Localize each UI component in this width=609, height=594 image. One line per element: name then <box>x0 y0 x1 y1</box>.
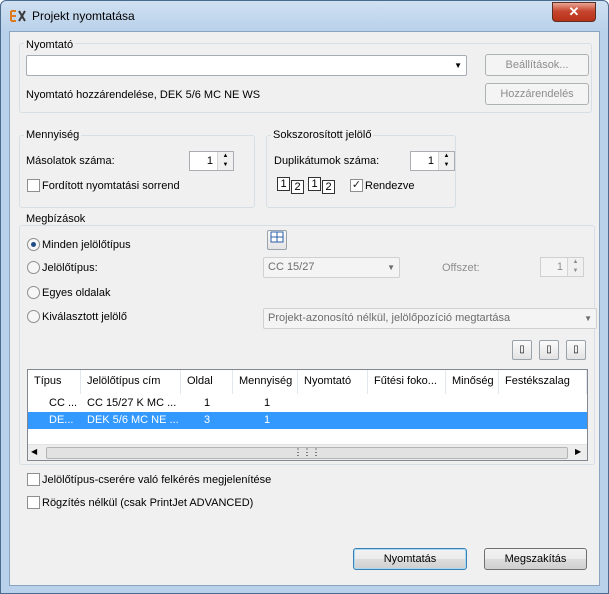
radio-all-types[interactable] <box>27 238 40 251</box>
duplicate-preview-icon: 1 2 1 2 <box>277 175 339 195</box>
radio-single-pages[interactable] <box>27 286 40 299</box>
cell-quantity: 1 <box>264 414 271 426</box>
chevron-down-icon: ▼ <box>454 61 462 70</box>
col-header-page[interactable]: Oldal <box>181 370 233 394</box>
jobs-table[interactable]: Típus Jelölőtípus cím Oldal Mennyiség Ny… <box>27 369 588 461</box>
selected-marker-select[interactable]: Projekt-azonosító nélkül, jelölőpozíció … <box>263 308 597 329</box>
cell-type: CC ... <box>49 397 78 409</box>
col-header-title[interactable]: Jelölőtípus cím <box>81 370 181 394</box>
marker-type-picker-button[interactable] <box>267 230 287 250</box>
no-fix-checkbox[interactable] <box>27 496 40 509</box>
printer-select[interactable]: ▼ <box>26 55 467 76</box>
col-header-heat[interactable]: Fűtési foko... <box>368 370 446 394</box>
duplicate-group-label: Sokszorosított jelölő <box>271 129 374 141</box>
table-row[interactable]: DE... DEK 5/6 MC NE ... 3 1 <box>28 412 587 429</box>
spin-up-icon[interactable]: ▲ <box>568 258 583 267</box>
confirm-type-change-label: Jelölőtípus-cserére való felkérés megjel… <box>42 474 272 486</box>
col-header-printer[interactable]: Nyomtató <box>298 370 368 394</box>
column-icon: ▯ <box>546 344 552 355</box>
offset-label: Offszet: <box>442 262 480 274</box>
cell-page: 1 <box>204 397 211 409</box>
spin-down-icon[interactable]: ▼ <box>439 161 454 170</box>
reverse-order-label: Fordított nyomtatási sorrend <box>42 180 180 192</box>
col-header-quantity[interactable]: Mennyiség <box>233 370 298 394</box>
app-logo-icon <box>10 10 26 22</box>
column-right-button[interactable]: ▯ <box>566 340 586 360</box>
cell-quantity: 1 <box>264 397 271 409</box>
scroll-right-icon[interactable]: ▶ <box>575 447 581 456</box>
radio-selected-marker-label: Kiválasztott jelölő <box>42 311 127 323</box>
duplicates-count-label: Duplikátumok száma: <box>274 155 380 167</box>
scroll-thumb[interactable]: ⋮⋮⋮ <box>46 447 568 459</box>
cell-title: CC 15/27 K MC ... <box>87 397 177 409</box>
quantity-group-label: Mennyiség <box>24 129 82 141</box>
printer-assignment-text: Nyomtató hozzárendelése, DEK 5/6 MC NE W… <box>26 89 261 101</box>
cancel-button[interactable]: Megszakítás <box>484 548 587 570</box>
no-fix-label: Rögzítés nélkül (csak PrintJet ADVANCED) <box>42 497 254 509</box>
column-left-button[interactable]: ▯ <box>512 340 532 360</box>
horizontal-scrollbar[interactable]: ◀ ⋮⋮⋮ ▶ <box>28 444 587 460</box>
offset-stepper[interactable]: 1 ▲ ▼ <box>540 257 584 277</box>
chevron-down-icon: ▼ <box>584 314 592 323</box>
cell-title: DEK 5/6 MC NE ... <box>87 414 179 426</box>
spin-down-icon[interactable]: ▼ <box>218 161 233 170</box>
radio-selected-marker[interactable] <box>27 310 40 323</box>
col-header-type[interactable]: Típus <box>28 370 81 394</box>
cell-type: DE... <box>49 414 74 426</box>
settings-button[interactable]: Beállítások... <box>485 54 589 76</box>
grid-icon <box>270 231 284 243</box>
spin-up-icon[interactable]: ▲ <box>439 152 454 161</box>
duplicate-group <box>266 135 456 208</box>
copies-label: Másolatok száma: <box>26 155 115 167</box>
jobs-group-label: Megbízások <box>24 213 88 225</box>
column-icon: ▯ <box>519 344 525 355</box>
copies-stepper[interactable]: 1 ▲ ▼ <box>189 151 234 171</box>
window-title: Projekt nyomtatása <box>32 9 135 23</box>
reverse-order-checkbox[interactable] <box>27 179 40 192</box>
chevron-down-icon: ▼ <box>387 263 395 272</box>
radio-all-types-label: Minden jelölőtípus <box>42 239 131 251</box>
print-dialog-window: Projekt nyomtatása ✕ Nyomtató ▼ Beállítá… <box>0 0 609 594</box>
confirm-type-change-checkbox[interactable] <box>27 473 40 486</box>
marker-type-select[interactable]: CC 15/27 ▼ <box>263 257 400 278</box>
col-header-quality[interactable]: Minőség <box>446 370 499 394</box>
column-icon: ▯ <box>573 344 579 355</box>
cell-page: 3 <box>204 414 211 426</box>
assign-button[interactable]: Hozzárendelés <box>485 83 589 105</box>
title-bar[interactable]: Projekt nyomtatása ✕ <box>1 1 608 31</box>
sorted-label: Rendezve <box>365 180 415 192</box>
radio-marker-type[interactable] <box>27 261 40 274</box>
spin-down-icon[interactable]: ▼ <box>568 267 583 276</box>
scroll-left-icon[interactable]: ◀ <box>31 447 37 456</box>
column-center-button[interactable]: ▯ <box>539 340 559 360</box>
print-button[interactable]: Nyomtatás <box>353 548 467 570</box>
radio-single-pages-label: Egyes oldalak <box>42 287 111 299</box>
sorted-checkbox[interactable]: ✓ <box>350 179 363 192</box>
dialog-client-area: Nyomtató ▼ Beállítások... Nyomtató hozzá… <box>9 31 600 586</box>
printer-group-label: Nyomtató <box>24 39 76 51</box>
quantity-group <box>19 135 255 208</box>
radio-marker-type-label: Jelölőtípus: <box>42 262 98 274</box>
close-button[interactable]: ✕ <box>552 2 596 22</box>
col-header-ribbon[interactable]: Festékszalag <box>499 370 587 394</box>
table-row[interactable]: CC ... CC 15/27 K MC ... 1 1 <box>28 395 587 412</box>
duplicates-stepper[interactable]: 1 ▲ ▼ <box>410 151 455 171</box>
spin-up-icon[interactable]: ▲ <box>218 152 233 161</box>
